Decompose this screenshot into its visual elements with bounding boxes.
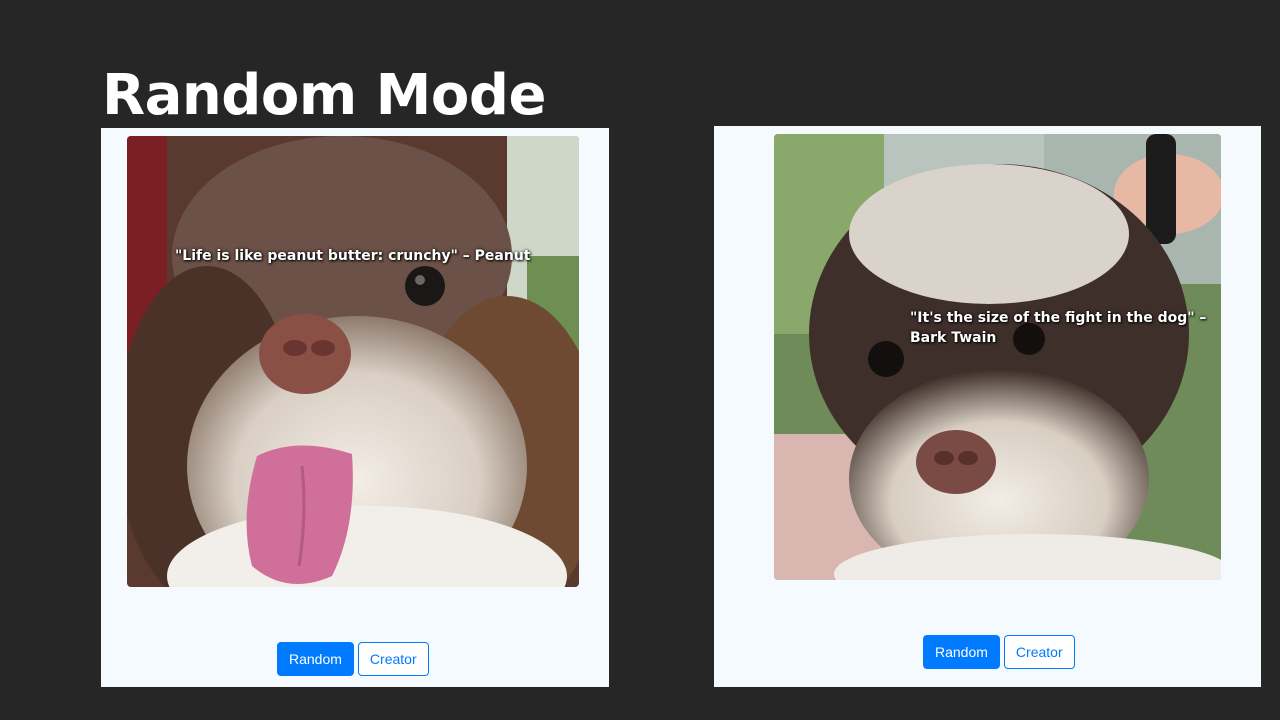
dog-photo-image xyxy=(774,134,1221,580)
dog-quote: "It's the size of the fight in the dog" … xyxy=(910,310,1207,346)
dog-photo: "Life is like peanut butter: crunchy" – … xyxy=(127,136,579,587)
slide: Random Mode "Life is like peanut butter:… xyxy=(0,0,1280,720)
creator-button[interactable]: Creator xyxy=(357,642,429,676)
mode-buttons: Random Creator xyxy=(277,642,429,676)
random-button[interactable]: Random xyxy=(277,642,354,676)
random-button[interactable]: Random xyxy=(923,635,1000,669)
dog-photo: "It's the size of the fight in the dog" … xyxy=(774,134,1221,580)
mode-buttons: Random Creator xyxy=(923,635,1075,669)
page-title: Random Mode xyxy=(102,63,546,128)
creator-button[interactable]: Creator xyxy=(1003,635,1075,669)
dog-photo-image xyxy=(127,136,579,587)
app-panel-left: "Life is like peanut butter: crunchy" – … xyxy=(101,128,609,687)
app-panel-right: "It's the size of the fight in the dog" … xyxy=(714,126,1261,687)
dog-quote: "Life is like peanut butter: crunchy" – … xyxy=(175,248,531,264)
